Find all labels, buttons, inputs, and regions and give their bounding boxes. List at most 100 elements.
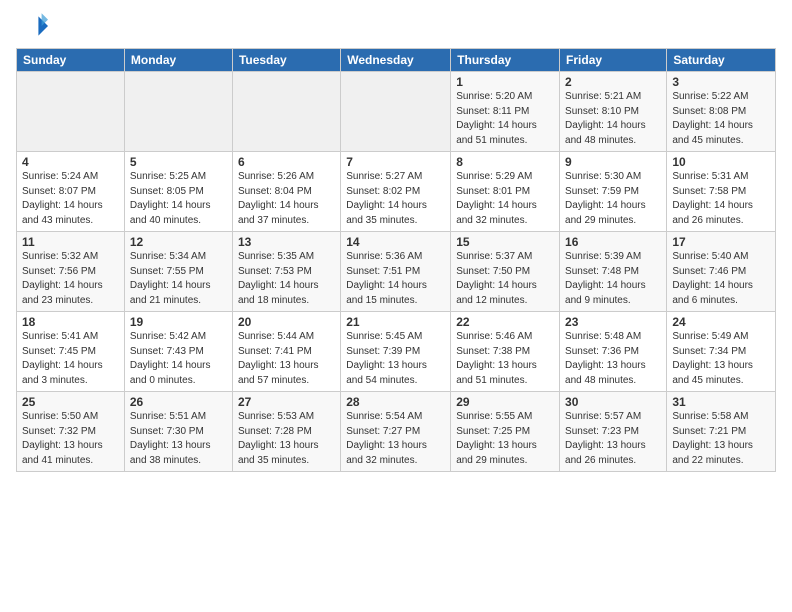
weekday-header-monday: Monday <box>124 49 232 72</box>
week-row-2: 4Sunrise: 5:24 AM Sunset: 8:07 PM Daylig… <box>17 152 776 232</box>
day-number: 4 <box>22 155 119 169</box>
day-info: Sunrise: 5:35 AM Sunset: 7:53 PM Dayligh… <box>238 250 335 308</box>
day-info: Sunrise: 5:21 AM Sunset: 8:10 PM Dayligh… <box>565 90 661 148</box>
day-info: Sunrise: 5:41 AM Sunset: 7:45 PM Dayligh… <box>22 330 119 388</box>
day-cell: 2Sunrise: 5:21 AM Sunset: 8:10 PM Daylig… <box>560 72 667 152</box>
day-number: 17 <box>672 235 770 249</box>
weekday-header-row: SundayMondayTuesdayWednesdayThursdayFrid… <box>17 49 776 72</box>
day-number: 13 <box>238 235 335 249</box>
day-info: Sunrise: 5:53 AM Sunset: 7:28 PM Dayligh… <box>238 410 335 468</box>
day-number: 5 <box>130 155 227 169</box>
weekday-header-wednesday: Wednesday <box>341 49 451 72</box>
day-info: Sunrise: 5:54 AM Sunset: 7:27 PM Dayligh… <box>346 410 445 468</box>
day-number: 19 <box>130 315 227 329</box>
day-cell: 3Sunrise: 5:22 AM Sunset: 8:08 PM Daylig… <box>667 72 776 152</box>
day-cell: 19Sunrise: 5:42 AM Sunset: 7:43 PM Dayli… <box>124 312 232 392</box>
day-number: 16 <box>565 235 661 249</box>
day-number: 7 <box>346 155 445 169</box>
day-info: Sunrise: 5:20 AM Sunset: 8:11 PM Dayligh… <box>456 90 554 148</box>
day-cell: 22Sunrise: 5:46 AM Sunset: 7:38 PM Dayli… <box>451 312 560 392</box>
week-row-3: 11Sunrise: 5:32 AM Sunset: 7:56 PM Dayli… <box>17 232 776 312</box>
day-info: Sunrise: 5:46 AM Sunset: 7:38 PM Dayligh… <box>456 330 554 388</box>
day-cell: 11Sunrise: 5:32 AM Sunset: 7:56 PM Dayli… <box>17 232 125 312</box>
day-info: Sunrise: 5:57 AM Sunset: 7:23 PM Dayligh… <box>565 410 661 468</box>
weekday-header-sunday: Sunday <box>17 49 125 72</box>
day-cell: 5Sunrise: 5:25 AM Sunset: 8:05 PM Daylig… <box>124 152 232 232</box>
weekday-header-tuesday: Tuesday <box>232 49 340 72</box>
day-number: 10 <box>672 155 770 169</box>
day-cell <box>124 72 232 152</box>
day-cell: 29Sunrise: 5:55 AM Sunset: 7:25 PM Dayli… <box>451 392 560 472</box>
day-number: 2 <box>565 75 661 89</box>
weekday-header-saturday: Saturday <box>667 49 776 72</box>
week-row-5: 25Sunrise: 5:50 AM Sunset: 7:32 PM Dayli… <box>17 392 776 472</box>
day-info: Sunrise: 5:25 AM Sunset: 8:05 PM Dayligh… <box>130 170 227 228</box>
day-number: 31 <box>672 395 770 409</box>
day-number: 9 <box>565 155 661 169</box>
day-number: 1 <box>456 75 554 89</box>
logo-icon <box>16 10 48 42</box>
day-info: Sunrise: 5:37 AM Sunset: 7:50 PM Dayligh… <box>456 250 554 308</box>
day-number: 26 <box>130 395 227 409</box>
day-cell: 18Sunrise: 5:41 AM Sunset: 7:45 PM Dayli… <box>17 312 125 392</box>
day-cell: 8Sunrise: 5:29 AM Sunset: 8:01 PM Daylig… <box>451 152 560 232</box>
day-info: Sunrise: 5:30 AM Sunset: 7:59 PM Dayligh… <box>565 170 661 228</box>
day-cell: 10Sunrise: 5:31 AM Sunset: 7:58 PM Dayli… <box>667 152 776 232</box>
day-number: 14 <box>346 235 445 249</box>
day-cell: 25Sunrise: 5:50 AM Sunset: 7:32 PM Dayli… <box>17 392 125 472</box>
day-info: Sunrise: 5:48 AM Sunset: 7:36 PM Dayligh… <box>565 330 661 388</box>
day-info: Sunrise: 5:51 AM Sunset: 7:30 PM Dayligh… <box>130 410 227 468</box>
day-cell: 17Sunrise: 5:40 AM Sunset: 7:46 PM Dayli… <box>667 232 776 312</box>
day-info: Sunrise: 5:32 AM Sunset: 7:56 PM Dayligh… <box>22 250 119 308</box>
day-cell: 28Sunrise: 5:54 AM Sunset: 7:27 PM Dayli… <box>341 392 451 472</box>
day-cell: 24Sunrise: 5:49 AM Sunset: 7:34 PM Dayli… <box>667 312 776 392</box>
header <box>16 10 776 42</box>
day-number: 21 <box>346 315 445 329</box>
day-info: Sunrise: 5:39 AM Sunset: 7:48 PM Dayligh… <box>565 250 661 308</box>
day-number: 3 <box>672 75 770 89</box>
day-cell: 21Sunrise: 5:45 AM Sunset: 7:39 PM Dayli… <box>341 312 451 392</box>
day-info: Sunrise: 5:42 AM Sunset: 7:43 PM Dayligh… <box>130 330 227 388</box>
week-row-1: 1Sunrise: 5:20 AM Sunset: 8:11 PM Daylig… <box>17 72 776 152</box>
day-cell: 7Sunrise: 5:27 AM Sunset: 8:02 PM Daylig… <box>341 152 451 232</box>
day-info: Sunrise: 5:27 AM Sunset: 8:02 PM Dayligh… <box>346 170 445 228</box>
day-number: 8 <box>456 155 554 169</box>
day-cell: 30Sunrise: 5:57 AM Sunset: 7:23 PM Dayli… <box>560 392 667 472</box>
day-number: 24 <box>672 315 770 329</box>
day-number: 22 <box>456 315 554 329</box>
day-info: Sunrise: 5:36 AM Sunset: 7:51 PM Dayligh… <box>346 250 445 308</box>
day-number: 12 <box>130 235 227 249</box>
day-cell: 6Sunrise: 5:26 AM Sunset: 8:04 PM Daylig… <box>232 152 340 232</box>
day-cell: 20Sunrise: 5:44 AM Sunset: 7:41 PM Dayli… <box>232 312 340 392</box>
day-info: Sunrise: 5:26 AM Sunset: 8:04 PM Dayligh… <box>238 170 335 228</box>
day-number: 23 <box>565 315 661 329</box>
day-cell <box>341 72 451 152</box>
day-cell: 31Sunrise: 5:58 AM Sunset: 7:21 PM Dayli… <box>667 392 776 472</box>
day-cell: 4Sunrise: 5:24 AM Sunset: 8:07 PM Daylig… <box>17 152 125 232</box>
day-number: 30 <box>565 395 661 409</box>
day-cell: 15Sunrise: 5:37 AM Sunset: 7:50 PM Dayli… <box>451 232 560 312</box>
day-number: 25 <box>22 395 119 409</box>
day-cell: 14Sunrise: 5:36 AM Sunset: 7:51 PM Dayli… <box>341 232 451 312</box>
day-cell <box>232 72 340 152</box>
day-info: Sunrise: 5:58 AM Sunset: 7:21 PM Dayligh… <box>672 410 770 468</box>
day-number: 29 <box>456 395 554 409</box>
day-info: Sunrise: 5:49 AM Sunset: 7:34 PM Dayligh… <box>672 330 770 388</box>
day-cell: 1Sunrise: 5:20 AM Sunset: 8:11 PM Daylig… <box>451 72 560 152</box>
day-cell: 27Sunrise: 5:53 AM Sunset: 7:28 PM Dayli… <box>232 392 340 472</box>
day-info: Sunrise: 5:29 AM Sunset: 8:01 PM Dayligh… <box>456 170 554 228</box>
day-info: Sunrise: 5:24 AM Sunset: 8:07 PM Dayligh… <box>22 170 119 228</box>
day-number: 11 <box>22 235 119 249</box>
day-info: Sunrise: 5:22 AM Sunset: 8:08 PM Dayligh… <box>672 90 770 148</box>
day-cell: 13Sunrise: 5:35 AM Sunset: 7:53 PM Dayli… <box>232 232 340 312</box>
day-cell: 9Sunrise: 5:30 AM Sunset: 7:59 PM Daylig… <box>560 152 667 232</box>
day-info: Sunrise: 5:55 AM Sunset: 7:25 PM Dayligh… <box>456 410 554 468</box>
day-cell: 12Sunrise: 5:34 AM Sunset: 7:55 PM Dayli… <box>124 232 232 312</box>
weekday-header-thursday: Thursday <box>451 49 560 72</box>
day-info: Sunrise: 5:45 AM Sunset: 7:39 PM Dayligh… <box>346 330 445 388</box>
week-row-4: 18Sunrise: 5:41 AM Sunset: 7:45 PM Dayli… <box>17 312 776 392</box>
day-info: Sunrise: 5:34 AM Sunset: 7:55 PM Dayligh… <box>130 250 227 308</box>
day-info: Sunrise: 5:50 AM Sunset: 7:32 PM Dayligh… <box>22 410 119 468</box>
day-number: 20 <box>238 315 335 329</box>
day-number: 6 <box>238 155 335 169</box>
